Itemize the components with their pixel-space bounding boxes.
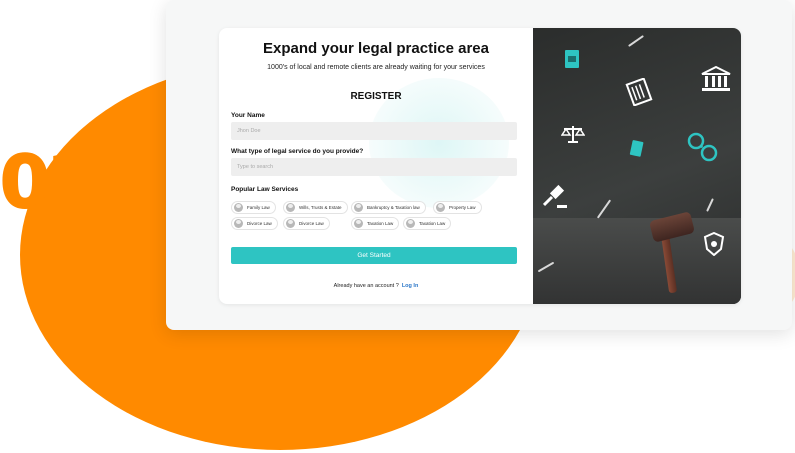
chip-avatar-icon	[234, 219, 243, 228]
chip-property-law[interactable]: Property Law	[433, 201, 482, 214]
chip-label: Taxation Law	[367, 221, 394, 226]
chip-avatar-icon	[354, 219, 363, 228]
chip-divorce-law-2[interactable]: Divorce Law	[283, 217, 330, 230]
floating-stick	[628, 35, 644, 47]
chip-avatar-icon	[286, 203, 295, 212]
chip-label: Taxation Law	[419, 221, 446, 226]
chip-taxation-law-2[interactable]: Taxation Law	[403, 217, 452, 230]
scales-icon	[561, 126, 585, 143]
courthouse-icon	[701, 66, 731, 91]
chip-bankruptcy[interactable]: Bankruptcy & Taxation law	[351, 201, 426, 214]
floating-stick	[596, 199, 612, 219]
page-title: Expand your legal practice area	[263, 40, 489, 57]
document-icon	[625, 78, 653, 106]
floating-stick	[706, 198, 714, 212]
gavel-icon	[543, 184, 567, 208]
chip-label: Bankruptcy & Taxation law	[367, 205, 420, 210]
login-link[interactable]: Log In	[402, 283, 419, 289]
chip-label: Wills, Trusts & Estate	[299, 205, 342, 210]
chip-avatar-icon	[354, 203, 363, 212]
service-label: What type of legal service do you provid…	[231, 148, 364, 155]
signup-panel: Expand your legal practice area 1000's o…	[219, 28, 741, 304]
chip-divorce-law[interactable]: Divorce Law	[231, 217, 278, 230]
handcuffs-icon	[687, 132, 718, 162]
register-form: Expand your legal practice area 1000's o…	[219, 28, 533, 304]
chip-label: Divorce Law	[247, 221, 272, 226]
chip-label: Family Law	[247, 205, 270, 210]
card-icon	[629, 140, 644, 157]
register-heading: REGISTER	[350, 91, 402, 102]
get-started-button[interactable]: Get Started	[231, 247, 517, 264]
chip-label: Divorce Law	[299, 221, 324, 226]
page-subtitle: 1000's of local and remote clients are a…	[267, 64, 485, 71]
chip-avatar-icon	[436, 203, 445, 212]
chip-family-law[interactable]: Family Law	[231, 201, 276, 214]
badge-icon	[565, 50, 579, 68]
login-prompt: Already have an account ? Log In	[219, 283, 533, 289]
chip-wills-trusts[interactable]: Wills, Trusts & Estate	[283, 201, 348, 214]
popular-services-label: Popular Law Services	[231, 186, 299, 193]
police-badge-icon	[703, 232, 725, 256]
name-label: Your Name	[231, 112, 265, 119]
chip-avatar-icon	[234, 203, 243, 212]
legal-hero-image	[533, 28, 741, 304]
login-prompt-text: Already have an account ?	[333, 283, 399, 289]
chip-taxation-law[interactable]: Taxation Law	[351, 217, 400, 230]
step-number: 01	[0, 139, 97, 225]
chip-avatar-icon	[286, 219, 295, 228]
desk-surface	[533, 218, 741, 304]
chip-avatar-icon	[406, 219, 415, 228]
service-search-input[interactable]	[231, 158, 517, 176]
name-input[interactable]	[231, 122, 517, 140]
chip-label: Property Law	[449, 205, 476, 210]
